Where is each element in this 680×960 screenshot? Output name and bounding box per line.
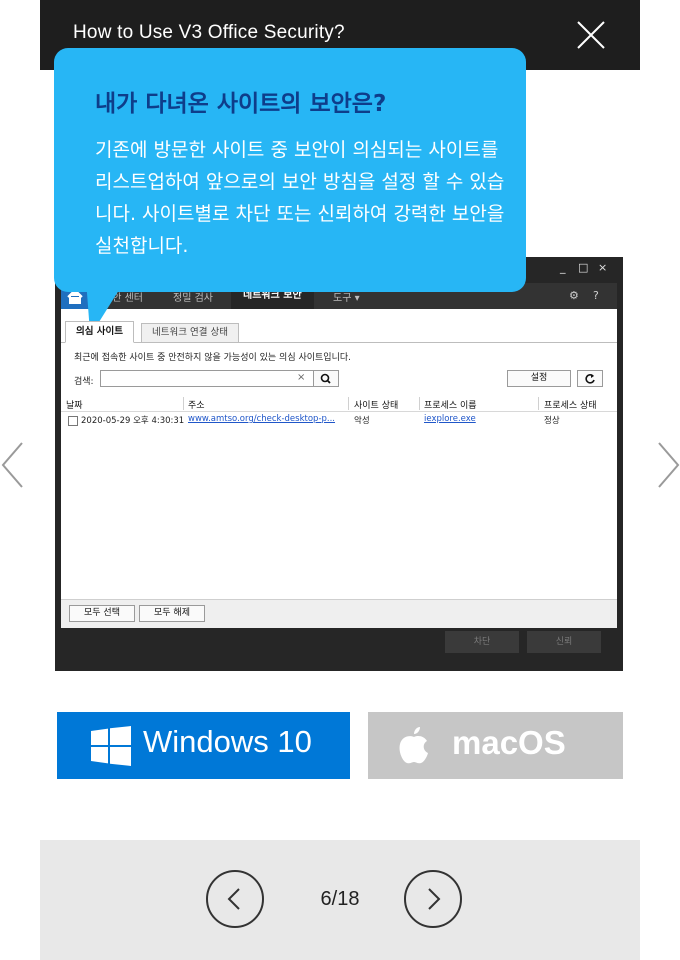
table-header: 날짜 주소 사이트 상태 프로세스 이름 프로세스 상태 (61, 395, 617, 412)
tab-suspicious-sites[interactable]: 의심 사이트 (65, 321, 135, 343)
maximize-button[interactable]: □ (578, 261, 588, 274)
cell-site-status: 악성 (354, 416, 370, 426)
search-clear-icon[interactable]: × (297, 372, 305, 383)
cell-process-name[interactable]: iexplore.exe (424, 414, 476, 424)
tab-network-connections[interactable]: 네트워크 연결 상태 (141, 323, 239, 342)
macos-button[interactable]: macOS (368, 712, 623, 779)
windows10-button[interactable]: Windows 10 (57, 712, 350, 779)
tab-divider (61, 342, 617, 343)
settings-button[interactable]: 설정 (507, 370, 571, 387)
column-separator (183, 397, 184, 410)
next-page-button[interactable] (404, 870, 462, 928)
apple-logo-icon (396, 725, 432, 769)
column-separator (419, 397, 420, 410)
windows10-label: Windows 10 (143, 724, 312, 759)
macos-label: macOS (452, 724, 566, 761)
callout-body: 기존에 방문한 사이트 중 보안이 의심되는 사이트를 리스트업하여 앞으로의 … (95, 139, 505, 257)
settings-gear-icon[interactable]: ⚙ (569, 289, 579, 302)
select-all-button[interactable]: 모두 선택 (69, 605, 135, 622)
page-indicator: 6/18 (320, 888, 360, 910)
column-header-process-status[interactable]: 프로세스 상태 (544, 398, 597, 411)
column-header-process-name[interactable]: 프로세스 이름 (424, 398, 477, 411)
cell-date: 2020-05-29 오후 4:30:31 (81, 416, 185, 426)
pagination: 6/18 (40, 840, 640, 960)
table-row[interactable]: 2020-05-29 오후 4:30:31 www.amtso.org/chec… (61, 412, 617, 428)
close-icon[interactable] (576, 20, 606, 50)
help-icon[interactable]: ? (593, 289, 599, 302)
previous-page-button[interactable] (206, 870, 264, 928)
feature-callout: 내가 다녀온 사이트의 보안은? 기존에 방문한 사이트 중 보안이 의심되는 … (54, 48, 526, 292)
search-label: 검색: (74, 377, 94, 387)
previous-slide-arrow-icon[interactable] (0, 440, 26, 490)
cell-process-status: 정상 (544, 416, 560, 426)
app-window: _ □ × 보안 센터 정밀 검사 네트워크 보안 도구 ▾ ⚙ ? 의심 사이… (55, 257, 623, 671)
column-separator (348, 397, 349, 410)
block-button[interactable]: 차단 (445, 631, 519, 653)
column-header-address[interactable]: 주소 (188, 398, 205, 411)
app-content: 의심 사이트 네트워크 연결 상태 최근에 접속한 사이트 중 안전하지 않을 … (61, 309, 617, 628)
column-header-site-status[interactable]: 사이트 상태 (354, 398, 398, 411)
refresh-button[interactable] (577, 370, 603, 387)
trust-button[interactable]: 신뢰 (527, 631, 601, 653)
search-button[interactable] (313, 370, 339, 387)
row-checkbox[interactable] (68, 416, 78, 426)
description-text: 최근에 접속한 사이트 중 안전하지 않을 가능성이 있는 의심 사이트입니다. (74, 353, 352, 363)
deselect-all-button[interactable]: 모두 해제 (139, 605, 205, 622)
minimize-button[interactable]: _ (560, 261, 566, 274)
column-header-date[interactable]: 날짜 (66, 398, 83, 411)
column-separator (538, 397, 539, 410)
window-close-button[interactable]: × (598, 261, 607, 274)
page-title: How to Use V3 Office Security? (73, 22, 345, 43)
search-input[interactable] (100, 370, 318, 387)
next-slide-arrow-icon[interactable] (655, 440, 680, 490)
cell-address[interactable]: www.amtso.org/check-desktop-p... (188, 414, 335, 424)
list-action-bar: 모두 선택 모두 해제 (61, 599, 617, 628)
callout-title: 내가 다녀온 사이트의 보안은? (95, 91, 387, 117)
windows-logo-icon (91, 726, 131, 770)
